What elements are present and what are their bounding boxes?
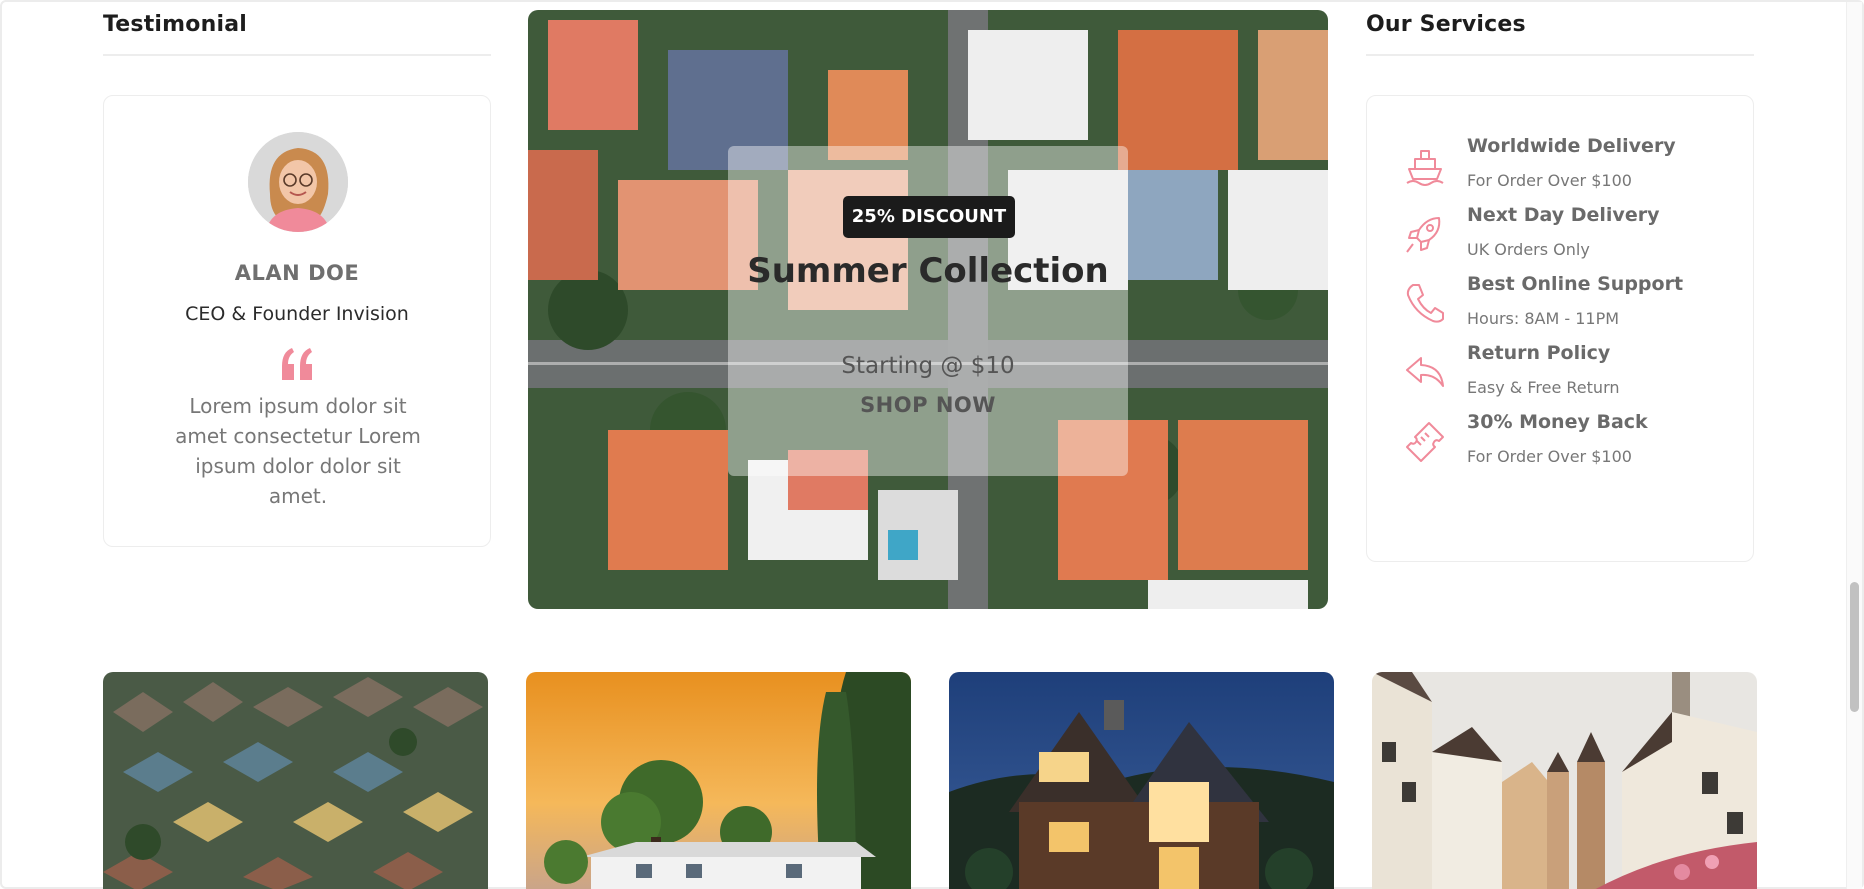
night-cabin-image [949, 672, 1334, 889]
gallery-tile-sunset-house[interactable] [526, 672, 911, 889]
sunset-house-image [526, 672, 911, 889]
neighborhood-aerial-image [103, 672, 488, 889]
service-subtitle: For Order Over $100 [1467, 447, 1632, 466]
service-item-next-day-delivery: Next Day Delivery UK Orders Only [1367, 204, 1753, 274]
discount-badge: 25% DISCOUNT [843, 196, 1015, 238]
testimonial-role: CEO & Founder Invision [185, 303, 409, 325]
gallery-tile-old-town[interactable] [1372, 672, 1757, 889]
gallery-tile-neighborhood[interactable] [103, 672, 488, 889]
testimonial-name: ALAN DOE [234, 261, 360, 285]
old-town-street-image [1372, 672, 1757, 889]
return-arrow-icon [1403, 350, 1447, 394]
service-title: Return Policy [1467, 342, 1611, 364]
avatar [248, 132, 348, 232]
services-heading: Our Services [1366, 12, 1526, 37]
shop-now-link[interactable]: SHOP NOW [728, 393, 1128, 417]
gallery-tile-night-cabin[interactable] [949, 672, 1334, 889]
service-subtitle: Easy & Free Return [1467, 378, 1620, 397]
services-divider [1366, 54, 1754, 56]
service-subtitle: Hours: 8AM - 11PM [1467, 309, 1620, 328]
services-card: Worldwide Delivery For Order Over $100 N… [1366, 95, 1754, 562]
service-title: Worldwide Delivery [1467, 135, 1676, 157]
rocket-icon [1403, 212, 1447, 256]
ticket-icon [1403, 419, 1447, 463]
testimonial-text: Lorem ipsum dolor sit amet consectetur L… [175, 394, 421, 508]
service-title: Best Online Support [1467, 273, 1684, 295]
quote-icon [278, 346, 318, 382]
service-item-money-back: 30% Money Back For Order Over $100 [1367, 411, 1753, 481]
service-item-worldwide-delivery: Worldwide Delivery For Order Over $100 [1367, 135, 1753, 205]
service-title: 30% Money Back [1467, 411, 1648, 433]
phone-icon [1403, 281, 1447, 325]
service-item-online-support: Best Online Support Hours: 8AM - 11PM [1367, 273, 1753, 343]
testimonial-divider [103, 54, 491, 56]
banner-subtitle: Starting @ $10 [841, 353, 1015, 379]
summer-collection-banner[interactable]: 25% DISCOUNT Summer Collection Starting … [528, 10, 1328, 609]
ship-icon [1403, 143, 1447, 187]
service-title: Next Day Delivery [1467, 204, 1660, 226]
service-item-return-policy: Return Policy Easy & Free Return [1367, 342, 1753, 412]
scrollbar-thumb[interactable] [1850, 582, 1859, 712]
testimonial-card: ALAN DOE CEO & Founder Invision Lorem ip… [103, 95, 491, 547]
testimonial-heading: Testimonial [103, 12, 247, 37]
service-subtitle: UK Orders Only [1467, 240, 1590, 259]
banner-title: Summer Collection [747, 251, 1109, 291]
service-subtitle: For Order Over $100 [1467, 171, 1632, 190]
scrollbar[interactable] [1846, 2, 1862, 889]
page: Testimonial ALAN DOE CEO & Founder Invis… [0, 0, 1864, 889]
